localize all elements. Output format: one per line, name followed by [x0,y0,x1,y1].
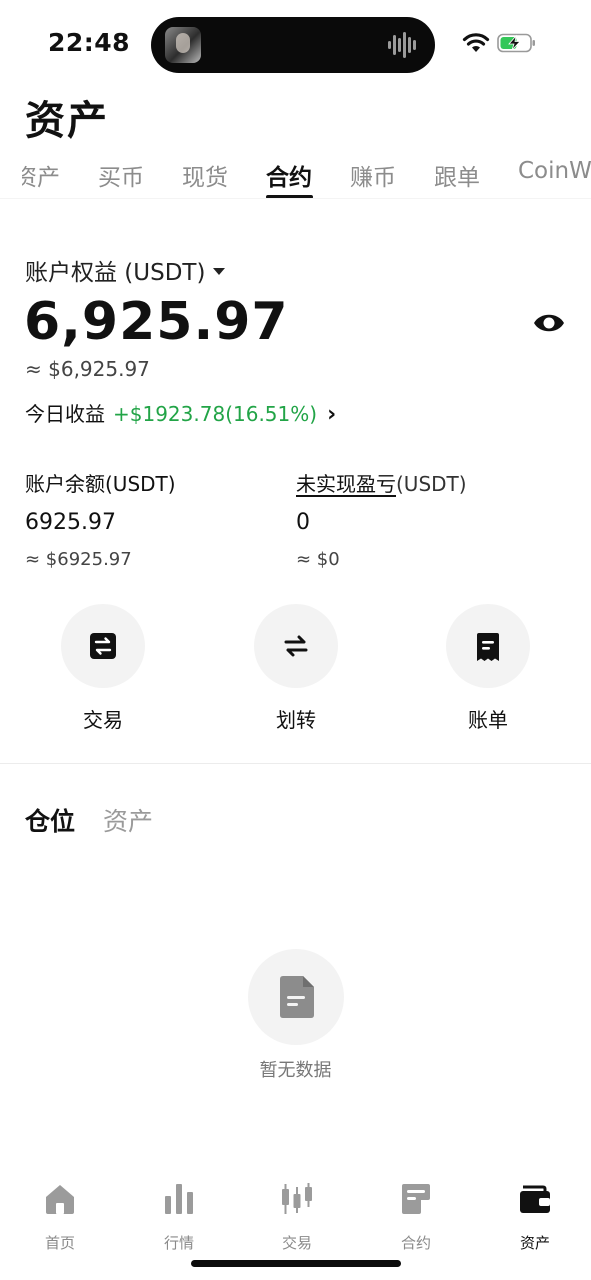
now-playing-artwork [165,27,201,63]
dynamic-island [151,17,435,73]
account-balance-value: 6925.97 [25,510,116,535]
empty-state-text: 暂无数据 [259,1060,332,1081]
unrealized-pnl-label[interactable]: 未实现盈亏(USDT) [296,468,566,496]
nav-market-label: 行情 [163,1234,194,1252]
today-pnl-row[interactable]: 今日收益 +$1923.78(16.51%) › [25,398,336,427]
tab-buy-crypto[interactable]: 买币 [98,158,144,192]
page-title: 资产 [25,98,109,144]
home-indicator[interactable] [191,1260,401,1267]
account-balance-label: 账户余额(USDT) [25,472,176,496]
bill-action-button[interactable]: 账单 [438,604,538,733]
empty-state-illustration [248,949,344,1045]
nav-assets[interactable]: 资产 [490,1182,580,1253]
account-balance-block: 账户余额(USDT) 6925.97 ≈ $6925.97 [25,468,295,570]
chevron-right-icon: › [327,402,337,427]
market-bars-icon [165,1184,193,1214]
nav-market[interactable]: 行情 [134,1182,224,1253]
unrealized-pnl-value: 0 [296,510,310,535]
wallet-icon [520,1185,550,1213]
nav-home[interactable]: 首页 [15,1182,105,1253]
contract-icon [402,1184,430,1214]
nav-futures-label: 合约 [400,1234,431,1252]
unrealized-pnl-fiat: ≈ $0 [296,549,340,570]
transfer-action-button[interactable]: 划转 [246,604,346,733]
unrealized-pnl-term[interactable]: 未实现盈亏 [296,472,396,496]
nav-assets-label: 资产 [519,1234,550,1252]
tab-coinw[interactable]: CoinW [518,158,591,184]
eye-icon[interactable] [532,308,566,338]
audio-waveform-icon [388,32,416,58]
today-pnl-value: +$1923.78(16.51%) [113,402,318,426]
equity-fiat-value: ≈ $6,925.97 [25,357,150,381]
trade-action-label: 交易 [83,708,123,732]
swap-box-icon [90,633,116,659]
asset-tabs: 资产 买币 现货 合约 赚币 跟单 CoinW [0,150,591,200]
equity-label: 账户权益 (USDT) [25,260,206,286]
empty-document-icon [280,976,314,1018]
nav-trade-label: 交易 [281,1234,312,1252]
nav-futures[interactable]: 合约 [371,1182,461,1253]
status-bar: 22:48 [0,0,591,86]
candlestick-icon [282,1183,312,1214]
bill-icon [477,633,499,661]
status-time: 22:48 [48,28,131,57]
wifi-icon [462,33,490,52]
nav-home-label: 首页 [44,1234,75,1252]
unrealized-pnl-block: 未实现盈亏(USDT) 0 ≈ $0 [296,468,566,570]
section-divider [0,763,591,764]
tab-spot[interactable]: 现货 [182,158,228,192]
tab-assets[interactable]: 资产 [22,158,60,192]
trade-action-button[interactable]: 交易 [53,604,153,733]
bill-action-label: 账单 [468,708,508,732]
tab-copy-trading[interactable]: 跟单 [434,158,480,192]
transfer-action-circle[interactable] [254,604,338,688]
today-pnl-label: 今日收益 [25,402,105,426]
tab-futures[interactable]: 合约 [266,158,312,192]
transfer-action-label: 划转 [276,708,316,732]
unrealized-pnl-unit: (USDT) [396,472,467,496]
tab-earn[interactable]: 赚币 [350,158,396,192]
home-icon [46,1185,74,1214]
nav-trade[interactable]: 交易 [252,1182,342,1253]
equity-selector[interactable]: 账户权益 (USDT) [25,253,226,287]
transfer-icon [284,635,308,657]
equity-value: 6,925.97 [24,292,289,352]
battery-charging-icon [497,33,535,53]
tab-positions-assets[interactable]: 资产 [103,802,153,838]
tab-positions[interactable]: 仓位 [25,802,75,838]
assets-page: 22:48 资产 资产 买币 现货 合约 赚币 跟单 CoinW 账户权益 (U… [0,0,591,1280]
bill-action-circle[interactable] [446,604,530,688]
tabs-divider [0,198,591,199]
caret-down-icon [213,268,226,275]
account-balance-fiat: ≈ $6925.97 [25,549,132,570]
trade-action-circle[interactable] [61,604,145,688]
